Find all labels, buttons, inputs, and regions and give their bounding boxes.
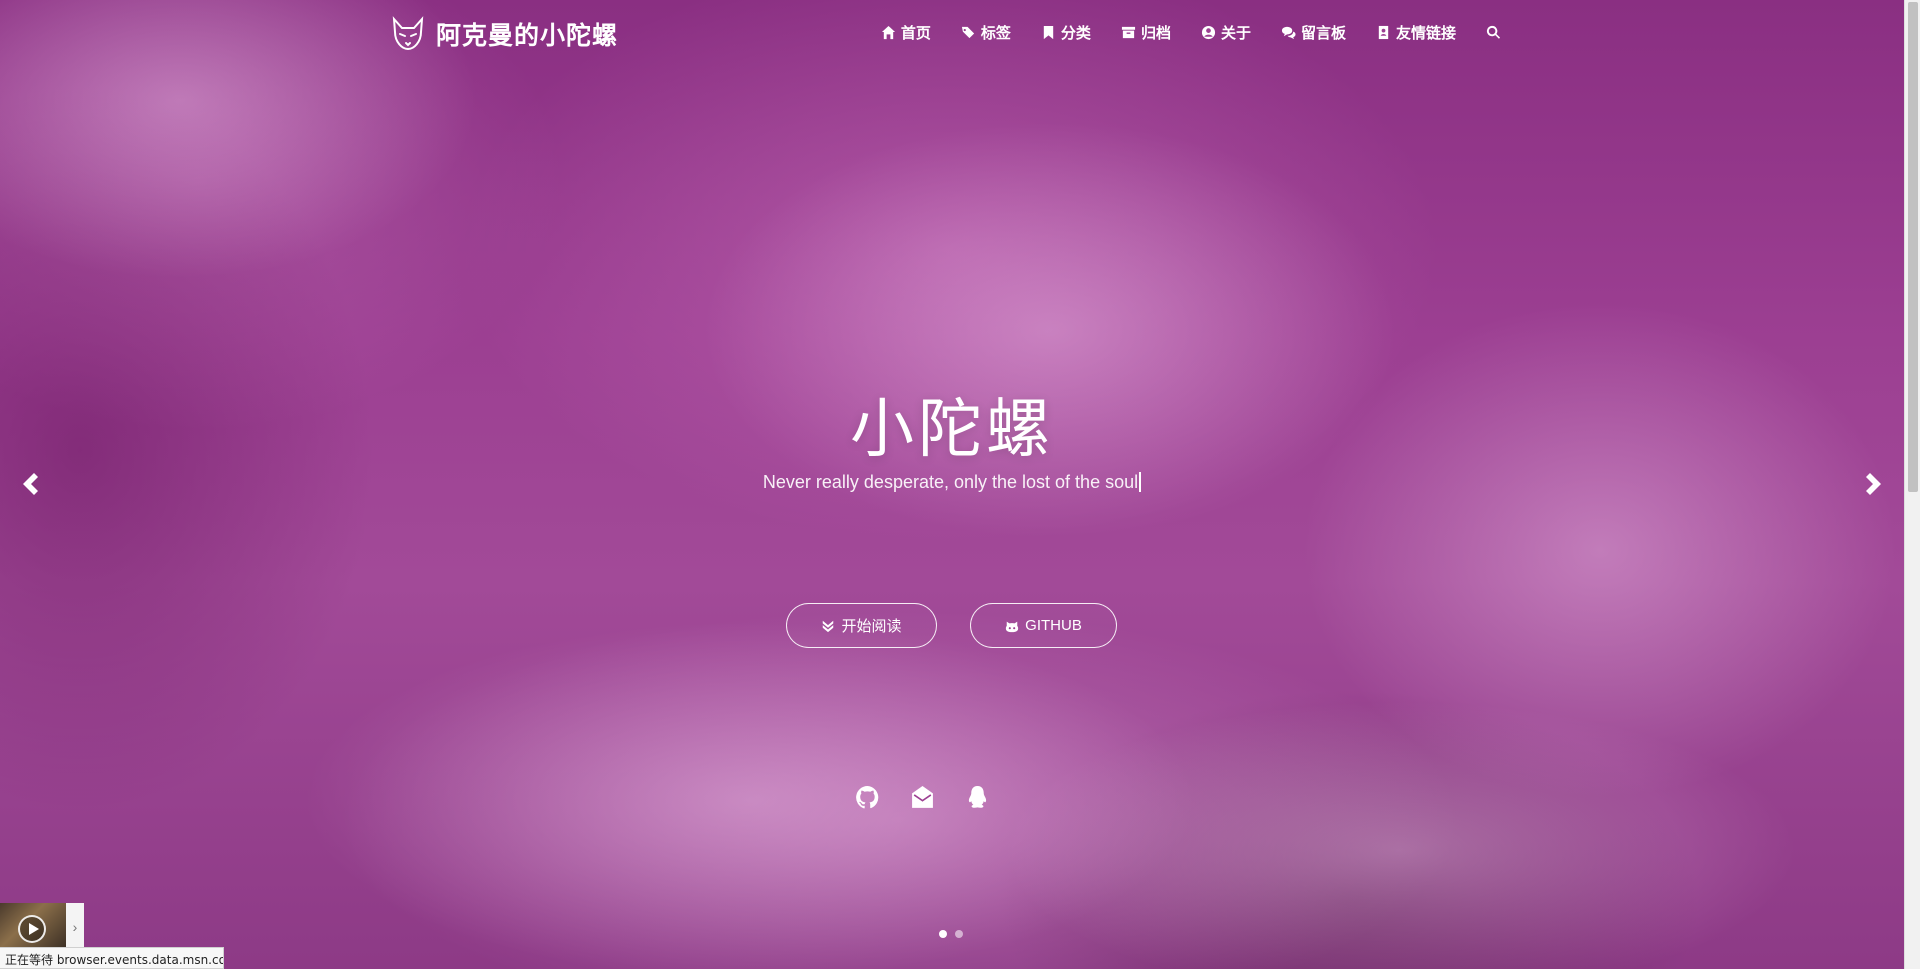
- bookmark-icon: [1043, 25, 1054, 40]
- nav-item-label: 留言板: [1300, 25, 1346, 42]
- play-icon[interactable]: [18, 915, 46, 943]
- site-title: 阿克曼的小陀螺: [436, 22, 619, 50]
- nav-item-label: 友情链接: [1395, 25, 1456, 42]
- address-book-icon: [1378, 25, 1389, 40]
- browser-status-bar: 正在等待 browser.events.data.msn.co...: [0, 947, 224, 969]
- nav-item-guestbook[interactable]: 留言板: [1281, 22, 1346, 43]
- main-nav: 首页 标签 分类 归档 关于 留言板 友情链接: [881, 22, 1501, 43]
- comments-icon: [1281, 26, 1296, 40]
- chevron-right-small-icon: ›: [72, 918, 78, 935]
- carousel-next-button[interactable]: [1860, 470, 1888, 498]
- hero-title: 小陀螺: [850, 393, 1054, 465]
- carousel-prev-button[interactable]: [16, 470, 44, 498]
- carousel-dot-2[interactable]: [955, 930, 963, 938]
- nav-item-label: 归档: [1140, 25, 1171, 42]
- archive-icon: [1121, 26, 1135, 39]
- nav-item-archive[interactable]: 归档: [1121, 22, 1171, 43]
- start-reading-button[interactable]: 开始阅读: [786, 603, 937, 648]
- nav-item-about[interactable]: 关于: [1201, 22, 1251, 43]
- carousel-dot-1[interactable]: [939, 930, 947, 938]
- nav-item-label: 标签: [980, 25, 1011, 42]
- scrollbar-thumb[interactable]: [1908, 2, 1918, 492]
- top-navbar: 阿克曼的小陀螺 首页 标签 分类 归档 关于 留言板 友情链接: [0, 0, 1904, 70]
- nav-item-label: 关于: [1220, 25, 1251, 42]
- chevron-left-icon: [23, 473, 38, 495]
- nav-search-button[interactable]: [1486, 25, 1501, 40]
- chevron-right-icon: [1866, 473, 1881, 495]
- player-expand-button[interactable]: ›: [66, 903, 84, 950]
- tags-icon: [961, 26, 975, 39]
- user-circle-icon: [1201, 25, 1216, 40]
- music-player-widget[interactable]: ›: [0, 903, 84, 950]
- nav-item-categories[interactable]: 分类: [1041, 22, 1091, 43]
- social-email-link[interactable]: [910, 785, 935, 810]
- envelope-open-icon: [912, 786, 933, 808]
- nav-item-tags[interactable]: 标签: [961, 22, 1011, 43]
- social-github-link[interactable]: [855, 785, 880, 810]
- github-icon: [856, 786, 879, 809]
- nav-item-home[interactable]: 首页: [881, 22, 931, 43]
- fox-logo-icon: [392, 16, 424, 51]
- album-cover[interactable]: [0, 903, 66, 950]
- nav-item-label: 首页: [900, 25, 931, 42]
- qq-icon: [968, 786, 987, 808]
- nav-item-friend-links[interactable]: 友情链接: [1376, 22, 1456, 43]
- hero-subtitle-text: Never really desperate, only the lost of…: [762, 472, 1139, 492]
- page-scrollbar[interactable]: [1904, 0, 1920, 969]
- github-button-label: GITHUB: [1025, 617, 1082, 634]
- angle-double-down-icon: [823, 620, 834, 632]
- search-icon: [1486, 25, 1501, 39]
- github-alt-icon: [1006, 621, 1019, 632]
- start-reading-label: 开始阅读: [841, 618, 902, 635]
- github-button[interactable]: GITHUB: [970, 603, 1117, 648]
- social-links: [855, 785, 990, 810]
- nav-item-label: 分类: [1060, 25, 1091, 42]
- social-qq-link[interactable]: [965, 785, 990, 810]
- hero-subtitle: Never really desperate, only the lost of…: [0, 472, 1904, 493]
- typing-cursor: [1139, 472, 1142, 492]
- home-icon: [881, 25, 895, 40]
- site-brand[interactable]: 阿克曼的小陀螺: [390, 14, 618, 54]
- carousel-indicators: [939, 930, 963, 938]
